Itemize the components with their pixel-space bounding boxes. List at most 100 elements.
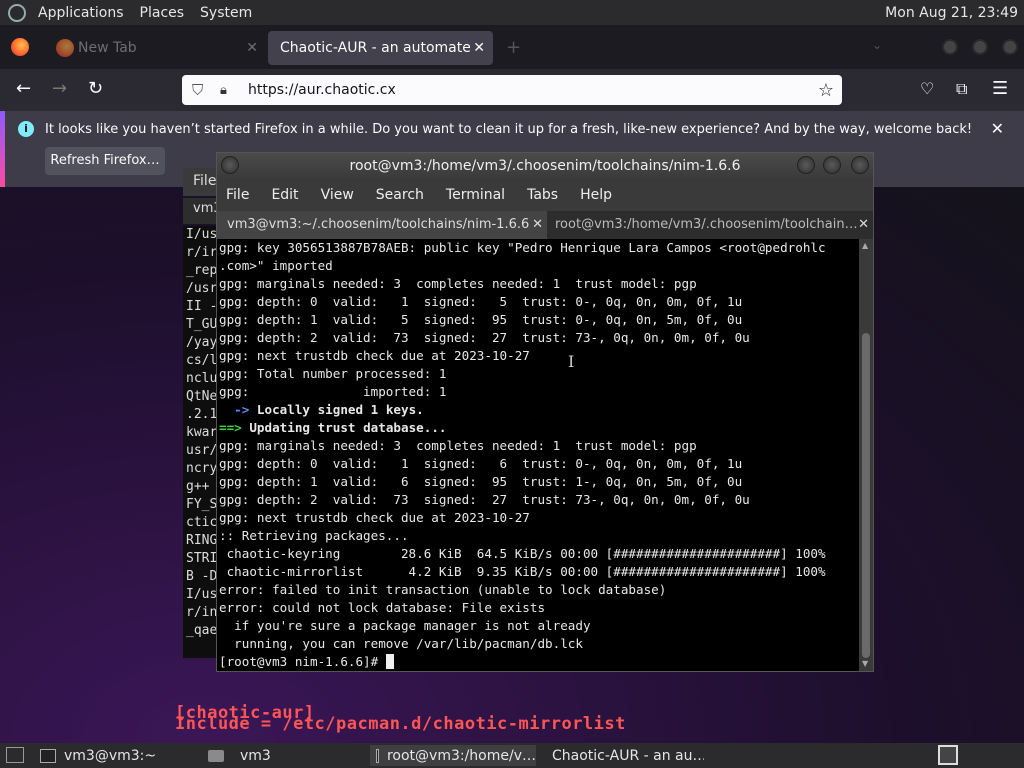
extensions-puzzle-icon[interactable]: ⧉ bbox=[956, 80, 967, 98]
terminal-line: -> Locally signed 1 keys. bbox=[219, 402, 424, 417]
terminal-line: gpg: key 3056513887B78AEB: public key "P… bbox=[219, 240, 826, 255]
close-window-button[interactable] bbox=[1002, 39, 1018, 55]
firefox-view-icon[interactable] bbox=[11, 38, 29, 56]
menu-file[interactable]: File bbox=[226, 187, 249, 203]
scroll-up-arrow-icon[interactable]: ▲ bbox=[862, 241, 868, 250]
terminal-tabs: vm3@vm3:~/.choosenim/toolchains/nim-1.6.… bbox=[217, 211, 873, 239]
back-arrow-icon[interactable]: ← bbox=[16, 80, 31, 98]
terminal-menubar: File Edit View Search Terminal Tabs Help bbox=[217, 179, 873, 211]
menu-help[interactable]: Help bbox=[580, 187, 612, 203]
window-menu-button[interactable] bbox=[221, 156, 239, 174]
tab-bar: New Tab ✕ Chaotic-AUR - an automated bu … bbox=[0, 25, 1024, 69]
menu-places[interactable]: Places bbox=[132, 5, 193, 21]
terminal-line: gpg: marginals needed: 3 completes neede… bbox=[219, 276, 697, 291]
bottom-panel: vm3@vm3:~ vm3 root@vm3:/home/v… Chaotic-… bbox=[0, 743, 1024, 768]
close-tab-icon[interactable]: ✕ bbox=[532, 211, 543, 239]
list-tabs-chevron-icon[interactable]: ⌄ bbox=[872, 38, 882, 52]
terminal-line: error: could not lock database: File exi… bbox=[219, 600, 546, 615]
url-text[interactable]: https://aur.chaotic.cx bbox=[248, 82, 396, 98]
minimize-button[interactable] bbox=[942, 39, 958, 55]
terminal-line: ==> Updating trust database... bbox=[219, 420, 447, 435]
text-cursor-ibeam-icon: I bbox=[568, 352, 575, 371]
terminal-cursor bbox=[385, 654, 394, 669]
forward-arrow-icon[interactable]: → bbox=[52, 80, 67, 98]
new-tab-plus-icon[interactable]: + bbox=[506, 37, 521, 58]
notification-text: It looks like you haven’t started Firefo… bbox=[45, 122, 973, 137]
terminal-line: gpg: imported: 1 bbox=[219, 384, 447, 399]
menu-system[interactable]: System bbox=[192, 5, 260, 21]
tab-label: root@vm3:/home/vm3/.choosenim/toolchain… bbox=[555, 217, 858, 232]
url-bar[interactable]: ⛉ 🔒︎ https://aur.chaotic.cx ☆ bbox=[182, 75, 842, 105]
task-label: root@vm3:/home/v… bbox=[386, 747, 536, 764]
close-notification-icon[interactable]: ✕ bbox=[991, 119, 1004, 138]
menu-terminal[interactable]: Terminal bbox=[446, 187, 505, 203]
terminal-line: gpg: depth: 2 valid: 73 signed: 27 trust… bbox=[219, 330, 750, 345]
tab-chaotic-aur[interactable]: Chaotic-AUR - an automated bu ✕ bbox=[268, 31, 493, 65]
menu-view[interactable]: View bbox=[321, 187, 354, 203]
tab-title: New Tab bbox=[78, 40, 137, 56]
top-panel: Applications Places System Mon Aug 21, 2… bbox=[0, 0, 1024, 25]
tab-new-tab[interactable]: New Tab ✕ bbox=[48, 31, 266, 65]
bookmark-star-icon[interactable]: ☆ bbox=[818, 80, 834, 101]
terminal-icon bbox=[376, 748, 379, 763]
terminal-titlebar[interactable]: root@vm3:/home/vm3/.choosenim/toolchains… bbox=[217, 153, 873, 179]
info-icon: i bbox=[18, 121, 34, 137]
navigation-toolbar: ← → ↻ ⛉ 🔒︎ https://aur.chaotic.cx ☆ ♡ ⧉ … bbox=[0, 69, 1024, 111]
terminal-line: gpg: depth: 0 valid: 1 signed: 6 trust: … bbox=[219, 456, 743, 471]
show-desktop-icon[interactable] bbox=[6, 747, 24, 763]
folder-icon bbox=[208, 749, 224, 762]
workspace-switcher[interactable] bbox=[938, 745, 958, 765]
close-tab-icon[interactable]: ✕ bbox=[473, 40, 485, 56]
terminal-line: gpg: depth: 2 valid: 73 signed: 27 trust… bbox=[219, 492, 750, 507]
terminal-tab-root[interactable]: root@vm3:/home/vm3/.choosenim/toolchain…… bbox=[547, 211, 873, 239]
terminal-icon bbox=[40, 748, 56, 763]
distro-logo-icon[interactable] bbox=[8, 3, 26, 22]
code-line-include: Include = /etc/pacman.d/chaotic-mirrorli… bbox=[175, 714, 626, 734]
terminal-line: gpg: next trustdb check due at 2023-10-2… bbox=[219, 510, 530, 525]
task-firefox[interactable]: Chaotic-AUR - an au… bbox=[538, 745, 704, 766]
scrollbar-thumb[interactable] bbox=[862, 333, 870, 658]
terminal-window: root@vm3:/home/vm3/.choosenim/toolchains… bbox=[216, 152, 874, 672]
terminal-title: root@vm3:/home/vm3/.choosenim/toolchains… bbox=[349, 158, 741, 174]
refresh-firefox-button[interactable]: Refresh Firefox… bbox=[45, 147, 165, 175]
terminal-line: gpg: depth: 0 valid: 1 signed: 5 trust: … bbox=[219, 294, 743, 309]
terminal-line: running, you can remove /var/lib/pacman/… bbox=[219, 636, 583, 651]
scroll-down-arrow-icon[interactable]: ▼ bbox=[862, 659, 868, 668]
task-vm3-terminal[interactable]: vm3@vm3:~ bbox=[34, 745, 200, 766]
firefox-icon bbox=[56, 39, 74, 57]
terminal-line: gpg: depth: 1 valid: 5 signed: 95 trust:… bbox=[219, 312, 743, 327]
minimize-button[interactable] bbox=[797, 156, 815, 174]
terminal-output[interactable]: gpg: key 3056513887B78AEB: public key "P… bbox=[217, 239, 859, 671]
terminal-line: if you're sure a package manager is not … bbox=[219, 618, 591, 633]
task-vm3-folder[interactable]: vm3 bbox=[202, 745, 368, 766]
tab-title: Chaotic-AUR - an automated bu bbox=[280, 40, 470, 56]
maximize-button[interactable] bbox=[823, 156, 841, 174]
terminal-line: .com>" imported bbox=[219, 258, 333, 273]
terminal-line: gpg: marginals needed: 3 completes neede… bbox=[219, 438, 697, 453]
menu-edit[interactable]: Edit bbox=[271, 187, 298, 203]
lock-icon[interactable]: 🔒︎ bbox=[220, 83, 234, 98]
menu-tabs[interactable]: Tabs bbox=[527, 187, 558, 203]
pocket-icon[interactable]: ♡ bbox=[920, 80, 934, 98]
close-window-button[interactable] bbox=[851, 156, 869, 174]
close-tab-icon[interactable]: ✕ bbox=[858, 211, 869, 239]
maximize-button[interactable] bbox=[972, 39, 988, 55]
terminal-line: :: Retrieving packages... bbox=[219, 528, 409, 543]
terminal-line: gpg: next trustdb check due at 2023-10-2… bbox=[219, 348, 530, 363]
task-label: vm3@vm3:~ bbox=[64, 747, 157, 764]
terminal-line: chaotic-mirrorlist 4.2 KiB 9.35 KiB/s 00… bbox=[219, 564, 826, 579]
menu-search[interactable]: Search bbox=[376, 187, 424, 203]
clock[interactable]: Mon Aug 21, 23:49 bbox=[885, 5, 1018, 21]
task-root-terminal[interactable]: root@vm3:/home/v… bbox=[370, 745, 536, 766]
terminal-scrollbar[interactable]: ▲ ▼ bbox=[859, 239, 873, 671]
shell-prompt: [root@vm3 nim-1.6.6]# bbox=[219, 653, 859, 671]
menu-applications[interactable]: Applications bbox=[30, 5, 132, 21]
terminal-line: gpg: Total number processed: 1 bbox=[219, 366, 447, 381]
hamburger-menu-icon[interactable]: ☰ bbox=[992, 80, 1008, 98]
terminal-line: gpg: depth: 1 valid: 6 signed: 95 trust:… bbox=[219, 474, 743, 489]
reload-icon[interactable]: ↻ bbox=[88, 80, 103, 98]
terminal-tab-vm3[interactable]: vm3@vm3:~/.choosenim/toolchains/nim-1.6.… bbox=[217, 211, 547, 239]
close-tab-icon[interactable]: ✕ bbox=[246, 40, 258, 56]
tracking-protection-shield-icon[interactable]: ⛉ bbox=[192, 81, 206, 99]
tab-label: vm3@vm3:~/.choosenim/toolchains/nim-1.6.… bbox=[227, 217, 530, 232]
